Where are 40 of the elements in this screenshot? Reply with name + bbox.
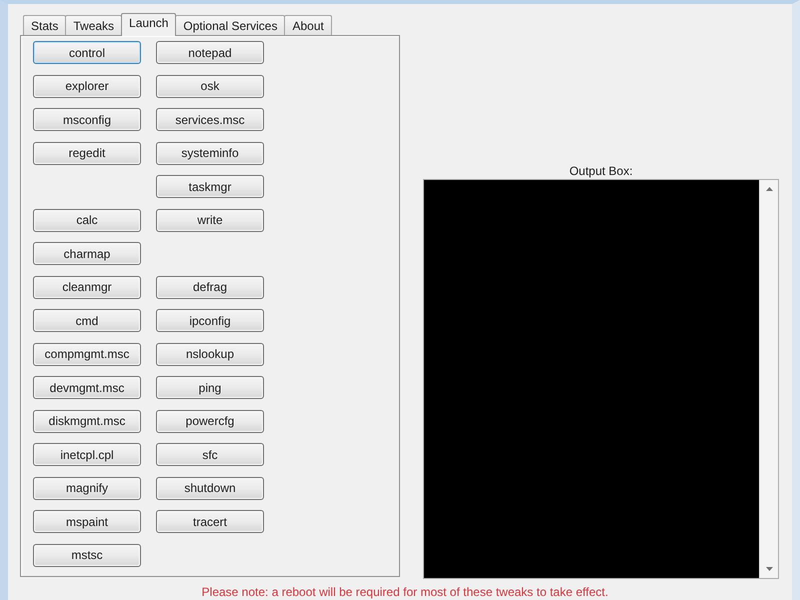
tab[interactable]: Optional Services xyxy=(175,15,286,35)
launch-button[interactable]: osk xyxy=(156,74,264,98)
launch-button[interactable]: nslookup xyxy=(156,342,264,366)
output-field[interactable] xyxy=(423,179,779,579)
launch-button[interactable]: mspaint xyxy=(33,510,141,533)
tab[interactable]: About xyxy=(284,15,332,35)
launch-button[interactable]: magnify xyxy=(33,476,141,500)
scrollbar[interactable] xyxy=(759,180,778,578)
launch-button[interactable]: inetcpl.cpl xyxy=(33,443,141,466)
down-arrow-icon[interactable] xyxy=(766,567,772,571)
launch-button[interactable]: diskmgmt.msc xyxy=(33,410,141,432)
launch-button[interactable]: systeminfo xyxy=(156,142,264,164)
launch-button[interactable]: tracert xyxy=(156,510,264,533)
launch-button[interactable]: regedit xyxy=(33,142,141,164)
launch-button[interactable]: sfc xyxy=(156,443,264,466)
launch-button[interactable]: mstsc xyxy=(33,544,141,566)
launch-button[interactable]: charmap xyxy=(33,242,141,265)
launch-button[interactable]: ping xyxy=(156,376,264,399)
launch-button[interactable]: powercfg xyxy=(156,410,264,432)
launch-button[interactable]: cleanmgr xyxy=(33,276,141,298)
launch-button[interactable]: calc xyxy=(33,208,141,232)
reboot-notice: Please note: a reboot will be required for most of these tweaks to take effect. xyxy=(202,585,608,599)
tab[interactable]: Launch xyxy=(121,13,176,36)
launch-button[interactable]: services.msc xyxy=(156,108,264,131)
launch-button[interactable]: explorer xyxy=(33,74,141,98)
launch-button[interactable]: write xyxy=(156,208,264,232)
output-box-label: Output Box: xyxy=(568,163,634,179)
launch-button[interactable]: notepad xyxy=(156,41,264,64)
launch-button[interactable]: taskmgr xyxy=(156,175,264,198)
up-arrow-icon[interactable] xyxy=(766,187,772,191)
launch-button[interactable]: msconfig xyxy=(33,108,141,131)
launch-button[interactable]: defrag xyxy=(156,276,264,298)
launch-button[interactable]: ipconfig xyxy=(156,309,264,332)
tab[interactable]: Stats xyxy=(23,15,66,35)
launch-button[interactable]: compmgmt.msc xyxy=(33,342,141,366)
launch-button[interactable]: devmgmt.msc xyxy=(33,376,141,399)
tab[interactable]: Tweaks xyxy=(65,15,122,35)
launch-button[interactable]: cmd xyxy=(33,309,141,332)
launch-button[interactable]: shutdown xyxy=(156,476,264,500)
launch-button[interactable]: control xyxy=(33,41,141,64)
